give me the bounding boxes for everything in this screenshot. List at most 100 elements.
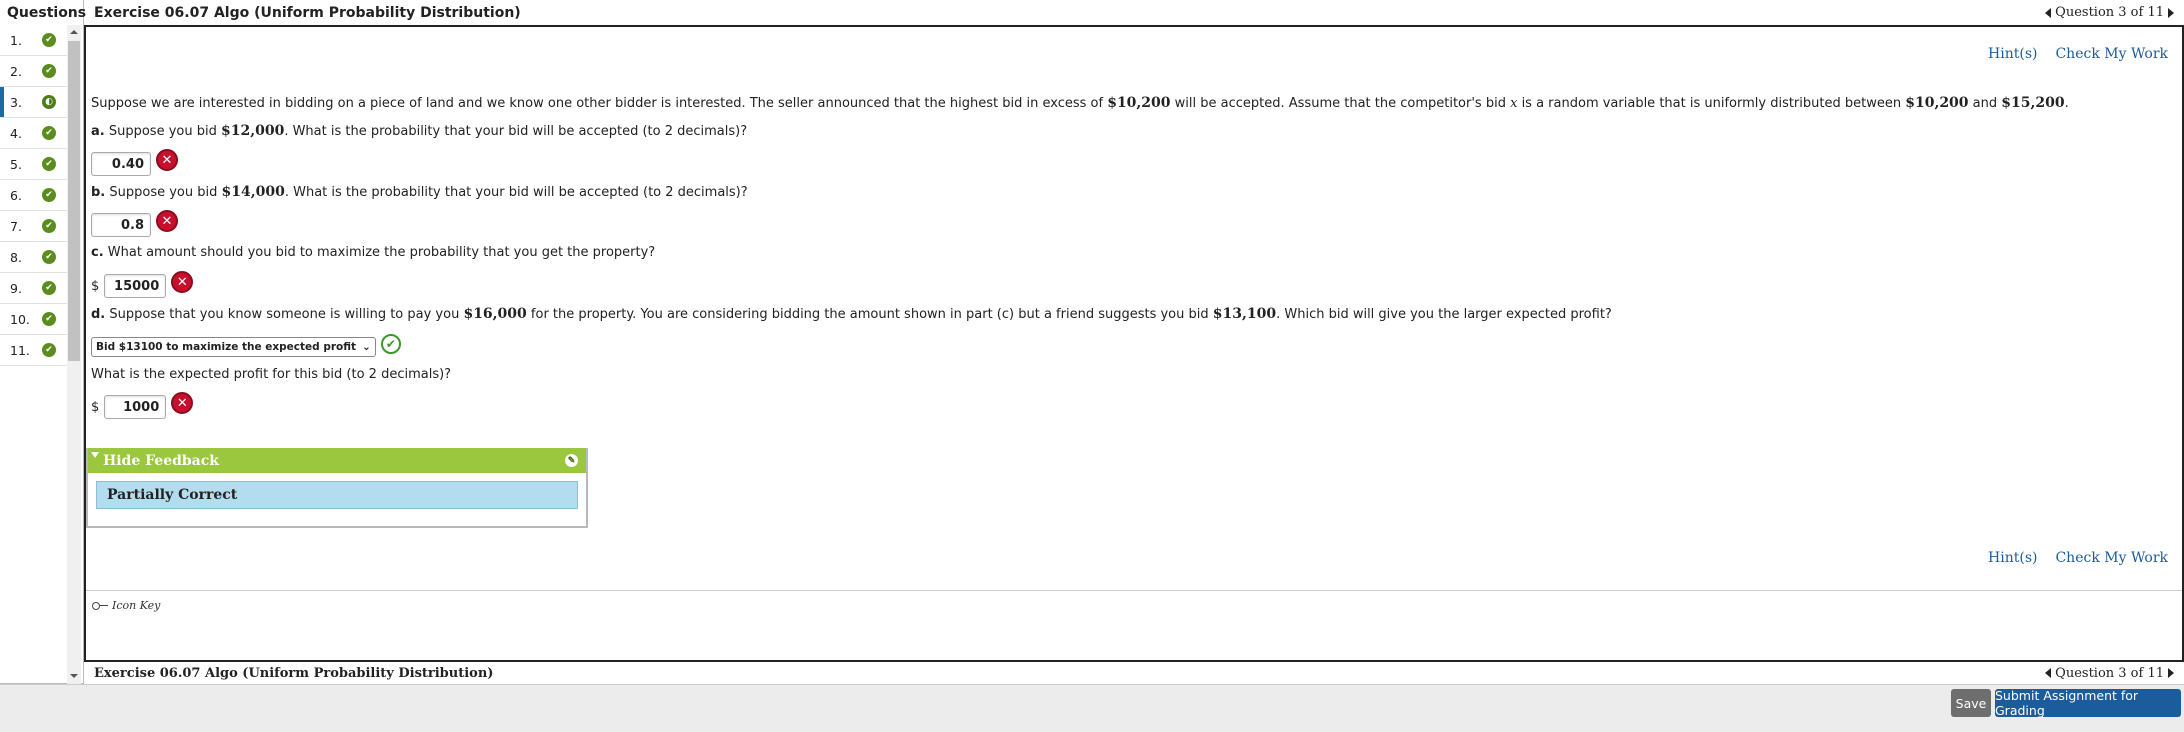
question-item-11[interactable]: 11. ✔ [0, 335, 67, 366]
check-my-work-link[interactable]: Check My Work [2055, 46, 2168, 62]
part-a-answer-input[interactable]: 0.40 [91, 152, 151, 176]
part-c-question: c. What amount should you bid to maximiz… [91, 245, 655, 260]
next-question-icon[interactable] [2168, 7, 2174, 18]
question-number: 5. [10, 156, 22, 172]
divider [86, 590, 2182, 591]
save-button[interactable]: Save [1951, 689, 1991, 717]
part-d-select[interactable]: Bid $13100 to maximize the expected prof… [91, 337, 376, 357]
exercise-title-bottom: Exercise 06.07 Algo (Uniform Probability… [94, 665, 494, 681]
previous-question-icon[interactable] [2045, 7, 2052, 18]
feedback-toggle-label: Hide Feedback [103, 452, 219, 469]
question-item-6[interactable]: 6. ✔ [0, 180, 67, 211]
icon-key-link[interactable]: Icon Key [92, 599, 160, 612]
amount: $13,100 [1212, 306, 1277, 322]
incorrect-icon: ✕ [171, 392, 194, 414]
part-label: c. [91, 245, 104, 260]
question-item-9[interactable]: 9. ✔ [0, 273, 67, 304]
check-icon: ✔ [42, 219, 56, 233]
check-icon: ✔ [42, 281, 56, 295]
question-number: 2. [10, 63, 22, 79]
expected-profit-answer-row: $ 1000 ✕ [91, 392, 194, 419]
scroll-down-icon[interactable] [70, 674, 78, 678]
problem-text: Suppose we are interested in bidding on … [91, 96, 1108, 111]
question-text: . What is the probability that your bid … [284, 185, 748, 200]
question-item-7[interactable]: 7. ✔ [0, 211, 67, 242]
question-text: What is the expected profit for this bid… [91, 367, 452, 382]
question-item-3[interactable]: 3. ◐ [0, 87, 67, 118]
partial-check-icon: ◐ [42, 95, 56, 109]
amount: $14,000 [221, 184, 285, 200]
question-number: 9. [10, 280, 22, 296]
problem-text: and [1968, 96, 2002, 111]
scrollbar-thumb[interactable] [68, 41, 80, 361]
scroll-up-icon[interactable] [70, 30, 78, 34]
check-icon: ✔ [42, 64, 56, 78]
expected-profit-input[interactable]: 1000 [104, 395, 167, 419]
question-number: 10. [10, 311, 30, 327]
title-bar: Exercise 06.07 Algo (Uniform Probability… [84, 0, 2184, 25]
part-a-question: a. Suppose you bid $12,000. What is the … [91, 123, 747, 139]
question-item-5[interactable]: 5. ✔ [0, 149, 67, 180]
check-my-work-link[interactable]: Check My Work [2055, 550, 2168, 566]
question-counter: Question 3 of 11 [2055, 665, 2164, 681]
question-text: for the property. You are considering bi… [526, 307, 1213, 322]
amount: $10,200 [1905, 95, 1969, 111]
hints-link[interactable]: Hint(s) [1988, 550, 2037, 566]
part-a-answer-row: 0.40 ✕ [91, 149, 178, 176]
question-number: 7. [10, 218, 22, 234]
incorrect-icon: ✕ [171, 271, 194, 293]
part-c-answer-input[interactable]: 15000 [104, 274, 167, 298]
question-item-2[interactable]: 2. ✔ [0, 56, 67, 87]
incorrect-icon: ✕ [156, 210, 178, 232]
question-navigator-bottom: Question 3 of 11 [2045, 666, 2174, 681]
footer-bar: Save Submit Assignment for Grading [0, 684, 2184, 732]
pencil-icon[interactable]: ✎ [565, 454, 578, 467]
amount: $10,200 [1107, 95, 1171, 111]
submit-assignment-button[interactable]: Submit Assignment for Grading [1995, 688, 2181, 718]
question-list-scrollbar[interactable] [67, 25, 81, 684]
question-number: 1. [10, 32, 22, 48]
part-label: b. [91, 185, 106, 200]
key-icon [92, 601, 108, 610]
amount: $15,200 [2001, 95, 2065, 111]
check-icon: ✔ [42, 312, 56, 326]
check-icon: ✔ [42, 343, 56, 357]
question-text: Suppose that you know someone is willing… [105, 307, 464, 322]
question-item-4[interactable]: 4. ✔ [0, 118, 67, 149]
check-icon: ✔ [42, 126, 56, 140]
feedback-result: Partially Correct [96, 481, 578, 509]
question-item-8[interactable]: 8. ✔ [0, 242, 67, 273]
previous-question-icon[interactable] [2045, 668, 2052, 678]
part-c-answer-row: $ 15000 ✕ [91, 271, 194, 298]
question-text: What amount should you bid to maximize t… [103, 245, 656, 260]
amount: $16,000 [463, 306, 527, 322]
question-item-10[interactable]: 10. ✔ [0, 304, 67, 335]
part-d-question: d. Suppose that you know someone is will… [91, 306, 1612, 322]
question-list: 1. ✔ 2. ✔ 3. ◐ 4. ✔ 5. ✔ 6. ✔ 7. ✔ 8. ✔ 9. ✔ 10. ✔… [0, 25, 84, 684]
problem-text: . [2064, 96, 2069, 111]
chevron-down-icon: ⌄ [362, 341, 371, 353]
question-text: . What is the probability that your bid … [284, 124, 748, 139]
question-text: Suppose you bid [104, 124, 221, 139]
question-item-1[interactable]: 1. ✔ [0, 25, 67, 56]
questions-header: Questions [0, 0, 86, 25]
next-question-icon[interactable] [2168, 668, 2174, 678]
question-content: Hint(s) Check My Work Suppose we are int… [84, 25, 2184, 662]
question-number: 8. [10, 249, 22, 265]
correct-icon: ✔ [380, 334, 401, 354]
selected-option: Bid $13100 to maximize the expected prof… [96, 341, 357, 353]
incorrect-icon: ✕ [156, 149, 178, 171]
question-number: 4. [10, 125, 22, 141]
check-icon: ✔ [42, 33, 56, 47]
question-counter: Question 3 of 11 [2055, 5, 2164, 20]
currency-symbol: $ [91, 278, 100, 294]
hints-link[interactable]: Hint(s) [1988, 46, 2037, 62]
check-icon: ✔ [42, 188, 56, 202]
part-b-answer-input[interactable]: 0.8 [91, 213, 151, 237]
part-label: d. [91, 307, 106, 322]
hide-feedback-toggle[interactable]: Hide Feedback ✎ [88, 448, 586, 473]
check-icon: ✔ [42, 250, 56, 264]
amount: $12,000 [220, 123, 285, 139]
part-d-answer-row: Bid $13100 to maximize the expected prof… [91, 334, 401, 357]
question-number: 3. [10, 94, 22, 110]
